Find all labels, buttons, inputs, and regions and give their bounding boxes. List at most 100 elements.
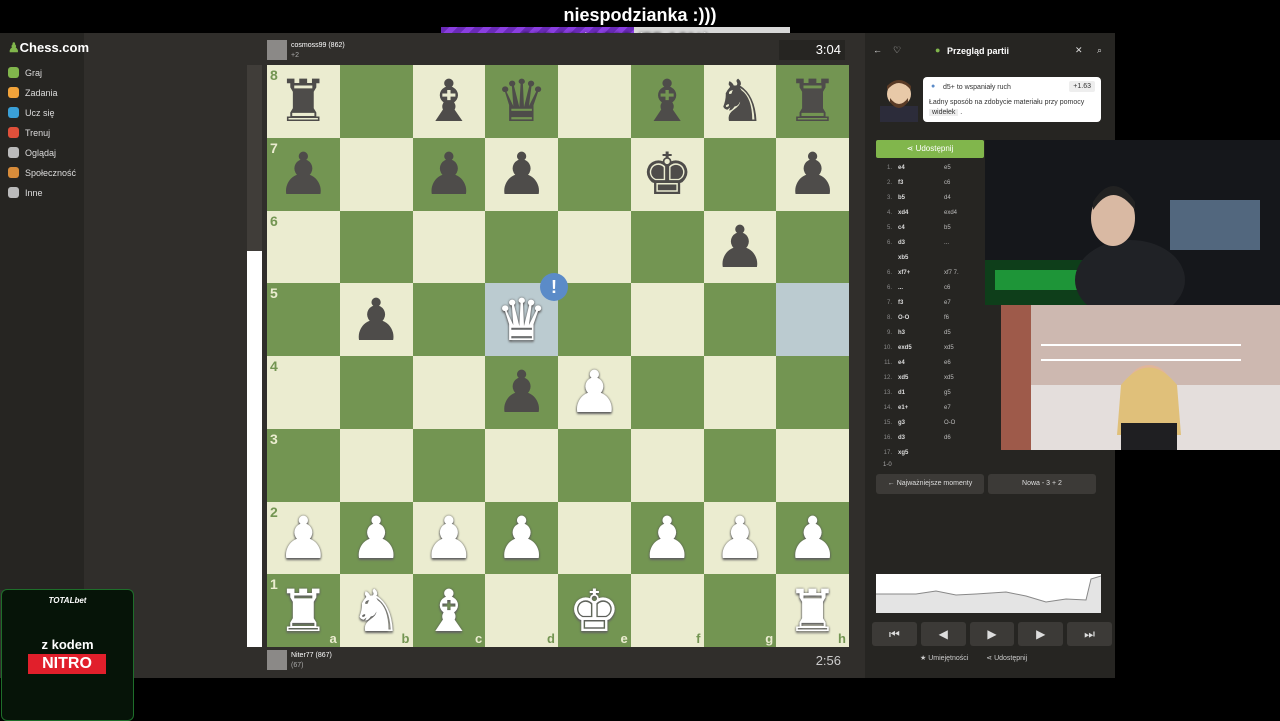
white-pawn-piece[interactable]: ♟ xyxy=(496,509,548,567)
square-e1[interactable]: e ♚ xyxy=(558,574,631,647)
square-e4[interactable]: ♟ xyxy=(558,356,631,429)
square-d7[interactable]: ♟ xyxy=(485,137,558,211)
white-move[interactable]: c4 xyxy=(898,225,944,231)
square-e5[interactable] xyxy=(558,283,631,356)
square-a6[interactable]: 6 xyxy=(267,210,340,284)
black-move[interactable]: b5 xyxy=(944,225,984,231)
white-move[interactable]: f3 xyxy=(898,300,944,306)
share-link[interactable]: ⋖ Udostępnij xyxy=(986,655,1027,662)
white-move[interactable]: xg5 xyxy=(898,450,944,456)
white-move[interactable]: d1 xyxy=(898,390,944,396)
sidebar-item-4[interactable]: Oglądaj xyxy=(8,147,56,158)
square-a7[interactable]: 7 ♟ xyxy=(267,137,340,211)
black-move[interactable]: exd4 xyxy=(944,210,984,216)
new-game-button[interactable]: Nowa - 3 + 2 xyxy=(988,474,1096,494)
white-move[interactable]: exd5 xyxy=(898,345,944,351)
black-queen-piece[interactable]: ♛ xyxy=(496,72,548,130)
square-d6[interactable] xyxy=(485,210,558,284)
square-a1[interactable]: 1 a ♜ xyxy=(267,574,340,647)
white-move[interactable]: g3 xyxy=(898,420,944,426)
square-f1[interactable]: f xyxy=(630,574,704,647)
white-rook-piece[interactable]: ♜ xyxy=(277,582,329,640)
sidebar-item-1[interactable]: Zadania xyxy=(8,87,58,98)
white-move[interactable]: e1+ xyxy=(898,405,944,411)
square-b7[interactable] xyxy=(339,137,413,211)
square-g6[interactable]: ♟ xyxy=(703,210,777,284)
square-d3[interactable] xyxy=(485,428,558,502)
square-g7[interactable] xyxy=(703,137,777,211)
next-move-button[interactable]: ▶ xyxy=(1018,622,1064,646)
move-row[interactable]: 14. e1+ e7 xyxy=(876,400,1004,415)
black-rook-piece[interactable]: ♜ xyxy=(787,72,839,130)
square-d8[interactable]: ♛ xyxy=(485,65,558,138)
white-move[interactable]: xb5 xyxy=(898,255,944,261)
white-bishop-piece[interactable]: ♝ xyxy=(423,582,475,640)
back-icon[interactable]: ← xyxy=(873,45,882,55)
square-a2[interactable]: 2 ♟ xyxy=(267,501,340,575)
black-move[interactable]: c6 xyxy=(944,180,984,186)
black-move[interactable]: f6 xyxy=(944,315,984,321)
square-b3[interactable] xyxy=(339,428,413,502)
white-queen-piece[interactable]: ♛ xyxy=(496,291,548,349)
move-row[interactable]: 9. h3 d5 xyxy=(876,325,1004,340)
square-c4[interactable] xyxy=(412,356,486,429)
square-f4[interactable] xyxy=(630,356,704,429)
square-h5[interactable] xyxy=(776,283,849,356)
square-a3[interactable]: 3 xyxy=(267,428,340,502)
square-d4[interactable]: ♟ xyxy=(485,356,558,429)
black-move[interactable]: ... xyxy=(944,240,984,246)
white-rook-piece[interactable]: ♜ xyxy=(787,582,839,640)
square-c6[interactable] xyxy=(412,210,486,284)
black-move[interactable]: xd5 xyxy=(944,345,984,351)
square-h1[interactable]: h ♜ xyxy=(776,574,849,647)
white-move[interactable]: h3 xyxy=(898,330,944,336)
square-h3[interactable] xyxy=(776,428,849,502)
square-f8[interactable]: ♝ xyxy=(630,65,704,138)
search-icon[interactable]: ⌕ xyxy=(1097,45,1102,56)
key-moments-button[interactable]: ← Najważniejsze momenty xyxy=(876,474,984,494)
move-row[interactable]: 12. xd5 xd5 xyxy=(876,370,1004,385)
share-button[interactable]: ⋖ Udostępnij xyxy=(876,140,984,158)
black-pawn-piece[interactable]: ♟ xyxy=(496,145,548,203)
square-c3[interactable] xyxy=(412,428,486,502)
square-f5[interactable] xyxy=(630,283,704,356)
square-g3[interactable] xyxy=(703,428,777,502)
white-move[interactable]: e4 xyxy=(898,165,944,171)
chess-board[interactable]: 8 ♜ ♝ ♛ ♝ ♞ ♜ 7 ♟ ♟ ♟ ♚ ♟ 6 ♟ 5 ♟ ♛ 4 ♟ ♟ 3 2 ♟ ♟ ♟ ♟ ♟ ♟ ♟ 1 a ♜ b ♞ c ♝ d e ♚… xyxy=(267,65,849,647)
white-move[interactable]: xd5 xyxy=(898,375,944,381)
square-g4[interactable] xyxy=(703,356,777,429)
black-pawn-piece[interactable]: ♟ xyxy=(423,145,475,203)
black-move[interactable]: xd5 xyxy=(944,375,984,381)
move-row[interactable]: 16. d3 d6 xyxy=(876,430,1004,445)
square-e3[interactable] xyxy=(558,428,631,502)
move-row[interactable]: 8. O-O f6 xyxy=(876,310,1004,325)
white-knight-piece[interactable]: ♞ xyxy=(350,582,402,640)
white-pawn-piece[interactable]: ♟ xyxy=(423,509,475,567)
move-row[interactable]: 17. xg5 xyxy=(876,445,1004,460)
black-pawn-piece[interactable]: ♟ xyxy=(496,363,548,421)
sidebar-item-0[interactable]: Graj xyxy=(8,67,42,78)
move-row[interactable]: 13. d1 g5 xyxy=(876,385,1004,400)
white-move[interactable]: ... xyxy=(898,285,944,291)
square-c8[interactable]: ♝ xyxy=(412,65,486,138)
white-pawn-piece[interactable]: ♟ xyxy=(787,509,839,567)
white-move[interactable]: O-O xyxy=(898,315,944,321)
square-c7[interactable]: ♟ xyxy=(412,137,486,211)
chesscom-logo[interactable]: ♟Chess.com xyxy=(8,40,89,56)
black-move[interactable]: O-O xyxy=(944,420,984,426)
square-b1[interactable]: b ♞ xyxy=(339,574,413,647)
black-move[interactable]: e6 xyxy=(944,360,984,366)
move-row[interactable]: 10. exd5 xd5 xyxy=(876,340,1004,355)
white-pawn-piece[interactable]: ♟ xyxy=(277,509,329,567)
white-move[interactable]: xf7+ xyxy=(898,270,944,276)
evaluation-graph[interactable] xyxy=(876,574,1101,613)
square-c5[interactable] xyxy=(412,283,486,356)
square-f6[interactable] xyxy=(630,210,704,284)
black-bishop-piece[interactable]: ♝ xyxy=(423,72,475,130)
white-move[interactable]: d3 xyxy=(898,240,944,246)
square-b8[interactable] xyxy=(339,65,413,138)
move-row[interactable]: 15. g3 O-O xyxy=(876,415,1004,430)
square-e7[interactable] xyxy=(558,137,631,211)
black-move[interactable]: g5 xyxy=(944,390,984,396)
last-move-button[interactable]: ⏭ xyxy=(1067,622,1112,646)
